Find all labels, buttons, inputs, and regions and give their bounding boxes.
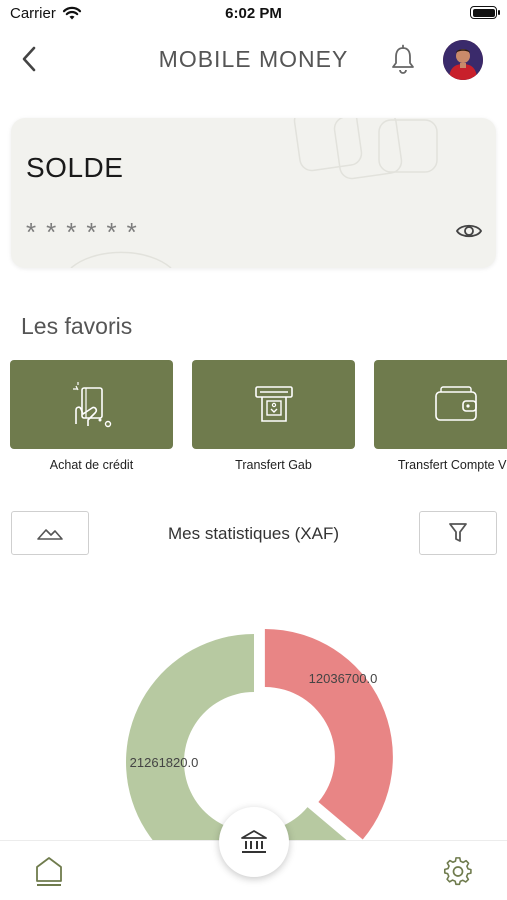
phone-credit-icon (72, 381, 111, 427)
favorites-title: Les favoris (21, 313, 133, 339)
battery-icon (470, 6, 500, 19)
wallet-icon (434, 385, 477, 421)
favorite-label: Transfert Compte Vir (397, 458, 507, 472)
user-photo-icon (443, 40, 483, 80)
favorite-label: Achat de crédit (49, 458, 134, 472)
filter-button[interactable] (419, 511, 497, 555)
favorite-item-transfert-gab[interactable]: Transfert Gab (192, 360, 355, 472)
page-title: MOBILE MONEY (158, 46, 349, 72)
avatar[interactable] (443, 40, 483, 80)
balance-card: SOLDE ****** (11, 118, 496, 268)
favorites-carousel[interactable]: Achat de crédit Transfert Gab Transfert … (0, 360, 507, 480)
status-bar: Carrier 6:02 PM (0, 0, 507, 28)
atm-icon (254, 385, 293, 422)
balance-label: SOLDE (26, 152, 124, 183)
balance-masked-value: ****** (26, 217, 147, 247)
donut-data-label-0: 12036700.0 (309, 671, 378, 686)
filter-funnel-icon (449, 523, 467, 542)
home-icon[interactable] (34, 855, 64, 887)
favorite-label: Transfert Gab (235, 458, 312, 472)
bank-home-button[interactable] (219, 807, 289, 877)
favorite-item-transfert-compte[interactable]: Transfert Compte Vir (374, 360, 507, 472)
donut-slice-0[interactable] (264, 628, 393, 840)
stats-donut-chart: 12036700.0 21261820.0 (126, 628, 393, 842)
clock: 6:02 PM (225, 5, 282, 22)
donut-data-label-1: 21261820.0 (130, 755, 199, 770)
favorite-item-achat-credit[interactable]: Achat de crédit (10, 360, 173, 472)
settings-gear-icon[interactable] (443, 856, 473, 886)
bank-icon (241, 830, 267, 853)
toggle-visibility-eye-icon[interactable] (455, 219, 483, 243)
notification-bell-icon[interactable] (388, 44, 418, 76)
